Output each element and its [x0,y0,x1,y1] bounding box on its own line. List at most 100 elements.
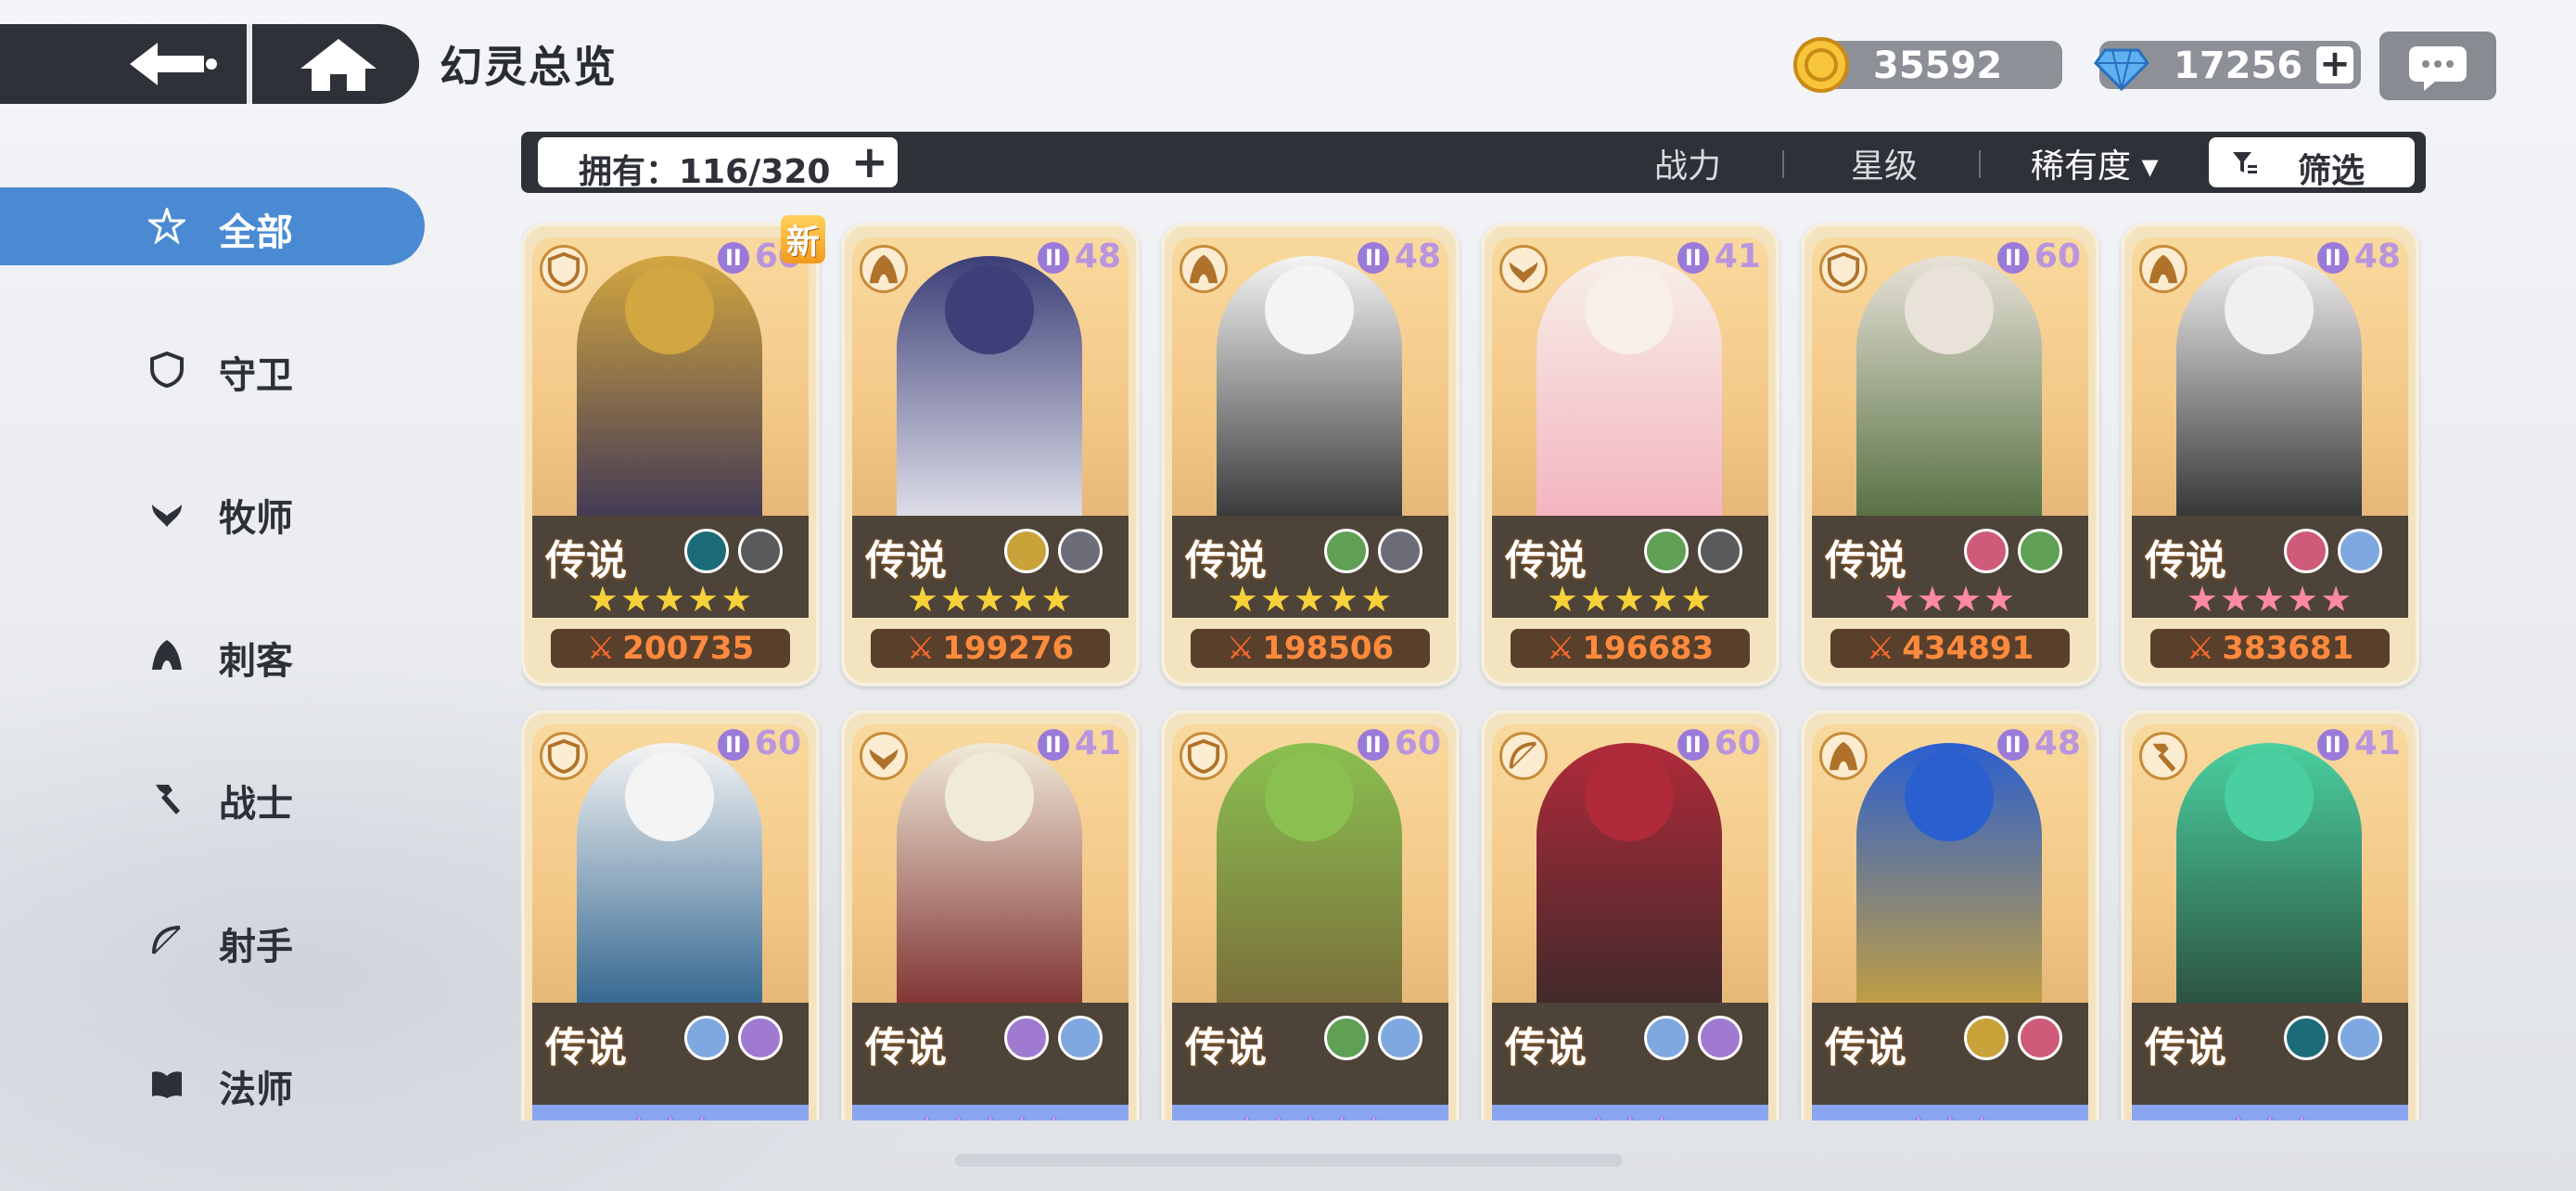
level-badge-icon: II [1037,729,1069,761]
element-icon [1324,529,1369,573]
element-icon [1644,1016,1689,1060]
rarity-label: 传说 [865,1024,947,1071]
level-badge-icon: II [1677,729,1709,761]
expand-capacity-button[interactable]: + [851,140,888,185]
filter-button[interactable]: 筛选 [2209,137,2415,190]
hero-card[interactable]: II 41 传说 ★★★★★ ⚔ 196683 [1481,206,1779,686]
divider [1782,150,1784,178]
element-icon [1378,1016,1422,1060]
element-icon [1004,1016,1049,1060]
level-badge-icon: II [1677,242,1709,274]
back-arrow-icon[interactable] [111,35,232,93]
element-icon [738,1016,783,1060]
sort-toolbar: 拥有：116/320 + 战力 星级 稀有度 ▾ 筛选 [521,132,2426,193]
star-rating: ★★★★ [1882,579,2018,620]
horizontal-scrollbar[interactable] [955,1154,1623,1167]
chat-button[interactable] [2379,32,2496,100]
hammer-icon [2139,732,2187,780]
bow-icon [148,922,185,959]
combat-power: ⚔ 196683 [1511,629,1750,668]
sidebar-item-5[interactable]: 射手 [0,902,425,980]
level-badge-icon: II [1357,242,1389,274]
owned-count-label: 拥有：116/320 [579,153,831,191]
hero-card[interactable]: II41 传说 ★★★★★ [841,693,1140,1121]
star-rating: ★★★★★ [852,1110,1129,1121]
hero-card[interactable]: II48 传说 ★★★ [1801,693,2099,1121]
owned-count-box[interactable]: 拥有：116/320 + [538,137,898,191]
level-badge-icon: II [717,242,749,274]
rarity-label: 传说 [2145,537,2226,584]
sidebar-item-label: 刺客 [219,640,293,683]
gem-amount: 17256 [2174,45,2303,87]
element-icon [1378,529,1422,573]
hero-level: II 41 [2316,724,2401,762]
hero-card[interactable]: II 60 新传说 ★★★★★ ⚔ 200735 [521,206,825,686]
hero-card[interactable]: II 48 传说 ★★★★★ ⚔ 199276 [841,206,1140,686]
hero-level: II 60 [1357,724,1441,762]
sidebar-item-label: 全部 [219,211,293,254]
level-value: 41 [1714,237,1761,275]
sidebar-item-4[interactable]: 战士 [0,759,425,837]
hero-level: II 60 [1996,237,2081,275]
rarity-label: 传说 [1185,1024,1267,1071]
hero-card[interactable]: II 48 传说 ★★★★★ ⚔ 198506 [1161,206,1460,686]
hero-card[interactable]: II 60 传说 ★★★★ ⚔ 434891 [1801,206,2099,686]
add-gems-button[interactable]: + [2316,45,2353,83]
hood-icon [148,636,185,673]
hero-card[interactable]: II60 传说 ★★★★★ [1161,693,1460,1121]
star-rating: ★★★★★ [906,579,1075,620]
gold-coin-icon [1793,37,1849,93]
level-badge-icon: II [2316,242,2349,274]
shield-icon [1819,245,1868,293]
combat-power-value: 200735 [622,630,755,667]
hero-head [1265,265,1354,354]
crossed-swords-icon: ⚔ [906,630,936,667]
level-value: 60 [2034,237,2081,275]
element-icon [2018,1016,2062,1060]
sidebar-item-0[interactable]: 全部 [0,187,425,265]
level-badge-icon: II [717,729,749,761]
element-icon [1324,1016,1369,1060]
hero-card-grid: II 60 新传说 ★★★★★ ⚔ 200735 II 48 传说 ★★★★★ ⚔ 199276 II 4… [521,206,2426,1121]
sidebar-item-3[interactable]: 刺客 [0,616,425,694]
nav-separator [247,24,252,104]
hero-card[interactable]: II60 传说 ★★★ [1481,693,1779,1121]
gem-icon [2094,48,2149,92]
gold-amount: 35592 [1873,45,2003,87]
sort-rarity-tab[interactable]: 稀有度 ▾ [2031,139,2159,187]
shield-icon [540,732,588,780]
sidebar-item-6[interactable]: 法师 [0,1044,425,1122]
hero-head [945,265,1034,354]
combat-power-value: 196683 [1582,630,1715,667]
sidebar-item-1[interactable]: 守卫 [0,330,425,408]
rarity-label: 传说 [1825,537,1906,584]
sort-star-tab[interactable]: 星级 [1851,139,1918,187]
sort-power-tab[interactable]: 战力 [1654,139,1721,187]
home-icon[interactable] [297,35,380,93]
new-badge: 新 [780,215,825,263]
sidebar-item-label: 射手 [219,926,293,968]
filter-label: 筛选 [2298,152,2366,190]
wing-heal-icon [860,732,908,780]
crossed-swords-icon: ⚔ [1866,630,1895,667]
hero-level: II 48 [1996,724,2081,762]
shield-icon [540,245,588,293]
element-icon [1644,529,1689,573]
hero-card[interactable]: II 48 传说 ★★★★★ ⚔ 383681 [2121,206,2419,686]
hood-icon [1819,732,1868,780]
hero-head [1905,752,1994,841]
hood-icon [860,245,908,293]
combat-power-value: 434891 [1902,630,2034,667]
level-badge-icon: II [2316,729,2349,761]
level-badge-icon: II [1357,729,1389,761]
rarity-label: 传说 [1825,1024,1906,1071]
crossed-swords-icon: ⚔ [1226,630,1256,667]
hero-head [1585,752,1674,841]
hero-card[interactable]: II41 传说 ★★★ [2121,693,2419,1121]
element-icon [1698,529,1742,573]
sidebar-item-2[interactable]: 牧师 [0,473,425,551]
hood-icon [1180,245,1228,293]
hero-card[interactable]: II60 传说 ★★★ [521,693,820,1121]
combat-power: ⚔ 383681 [2150,629,2390,668]
element-icon [1058,529,1103,573]
